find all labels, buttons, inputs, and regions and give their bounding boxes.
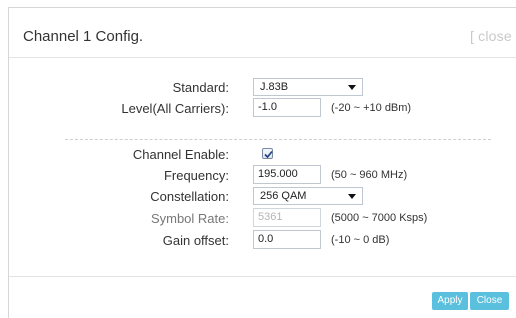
level-input[interactable]: -1.0 [253, 98, 321, 117]
standard-row: Standard: J.83B [9, 77, 509, 97]
standard-label: Standard: [172, 80, 229, 95]
constellation-row: Constellation: 256 QAM [9, 186, 509, 206]
level-label: Level(All Carriers): [121, 101, 229, 116]
channel-enable-label: Channel Enable: [132, 147, 229, 162]
symbol-rate-input: 5361 [253, 208, 321, 227]
symbol-rate-row: Symbol Rate: 5361 (5000 ~ 7000 Ksps) [9, 208, 509, 228]
symbol-rate-hint: (5000 ~ 7000 Ksps) [331, 212, 428, 224]
constellation-select-value: 256 QAM [260, 190, 307, 202]
level-row: Level(All Carriers): -1.0 (-20 ~ +10 dBm… [9, 98, 509, 118]
chevron-down-icon [348, 194, 356, 199]
frequency-label: Frequency: [163, 168, 229, 183]
gain-offset-input[interactable]: 0.0 [253, 230, 321, 249]
frequency-row: Frequency: 195.000 (50 ~ 960 MHz) [9, 165, 509, 185]
standard-select[interactable]: J.83B [253, 78, 363, 96]
gain-offset-row: Gain offset: 0.0 (-10 ~ 0 dB) [9, 230, 509, 250]
constellation-select[interactable]: 256 QAM [253, 187, 363, 205]
dialog-header: Channel 1 Config. [ close ] [9, 8, 516, 58]
section-divider [65, 139, 491, 140]
frequency-input[interactable]: 195.000 [253, 165, 321, 184]
dialog-title: Channel 1 Config. [23, 28, 144, 45]
apply-button[interactable]: Apply [432, 292, 468, 310]
symbol-rate-label: Symbol Rate: [150, 211, 229, 226]
gain-offset-label: Gain offset: [162, 233, 229, 248]
level-hint: (-20 ~ +10 dBm) [331, 102, 412, 114]
close-link[interactable]: [ close ] [470, 28, 516, 44]
channel-config-dialog: Channel 1 Config. [ close ] Standard: J.… [8, 7, 516, 318]
channel-enable-row: Channel Enable: [9, 144, 509, 164]
chevron-down-icon [348, 85, 356, 90]
close-button[interactable]: Close [470, 292, 509, 310]
channel-enable-checkbox[interactable] [262, 148, 273, 159]
footer-divider [9, 276, 516, 277]
gain-offset-hint: (-10 ~ 0 dB) [331, 234, 390, 246]
constellation-label: Constellation: [150, 189, 229, 204]
checkmark-icon [264, 150, 273, 159]
standard-select-value: J.83B [260, 81, 289, 93]
frequency-hint: (50 ~ 960 MHz) [331, 169, 408, 181]
